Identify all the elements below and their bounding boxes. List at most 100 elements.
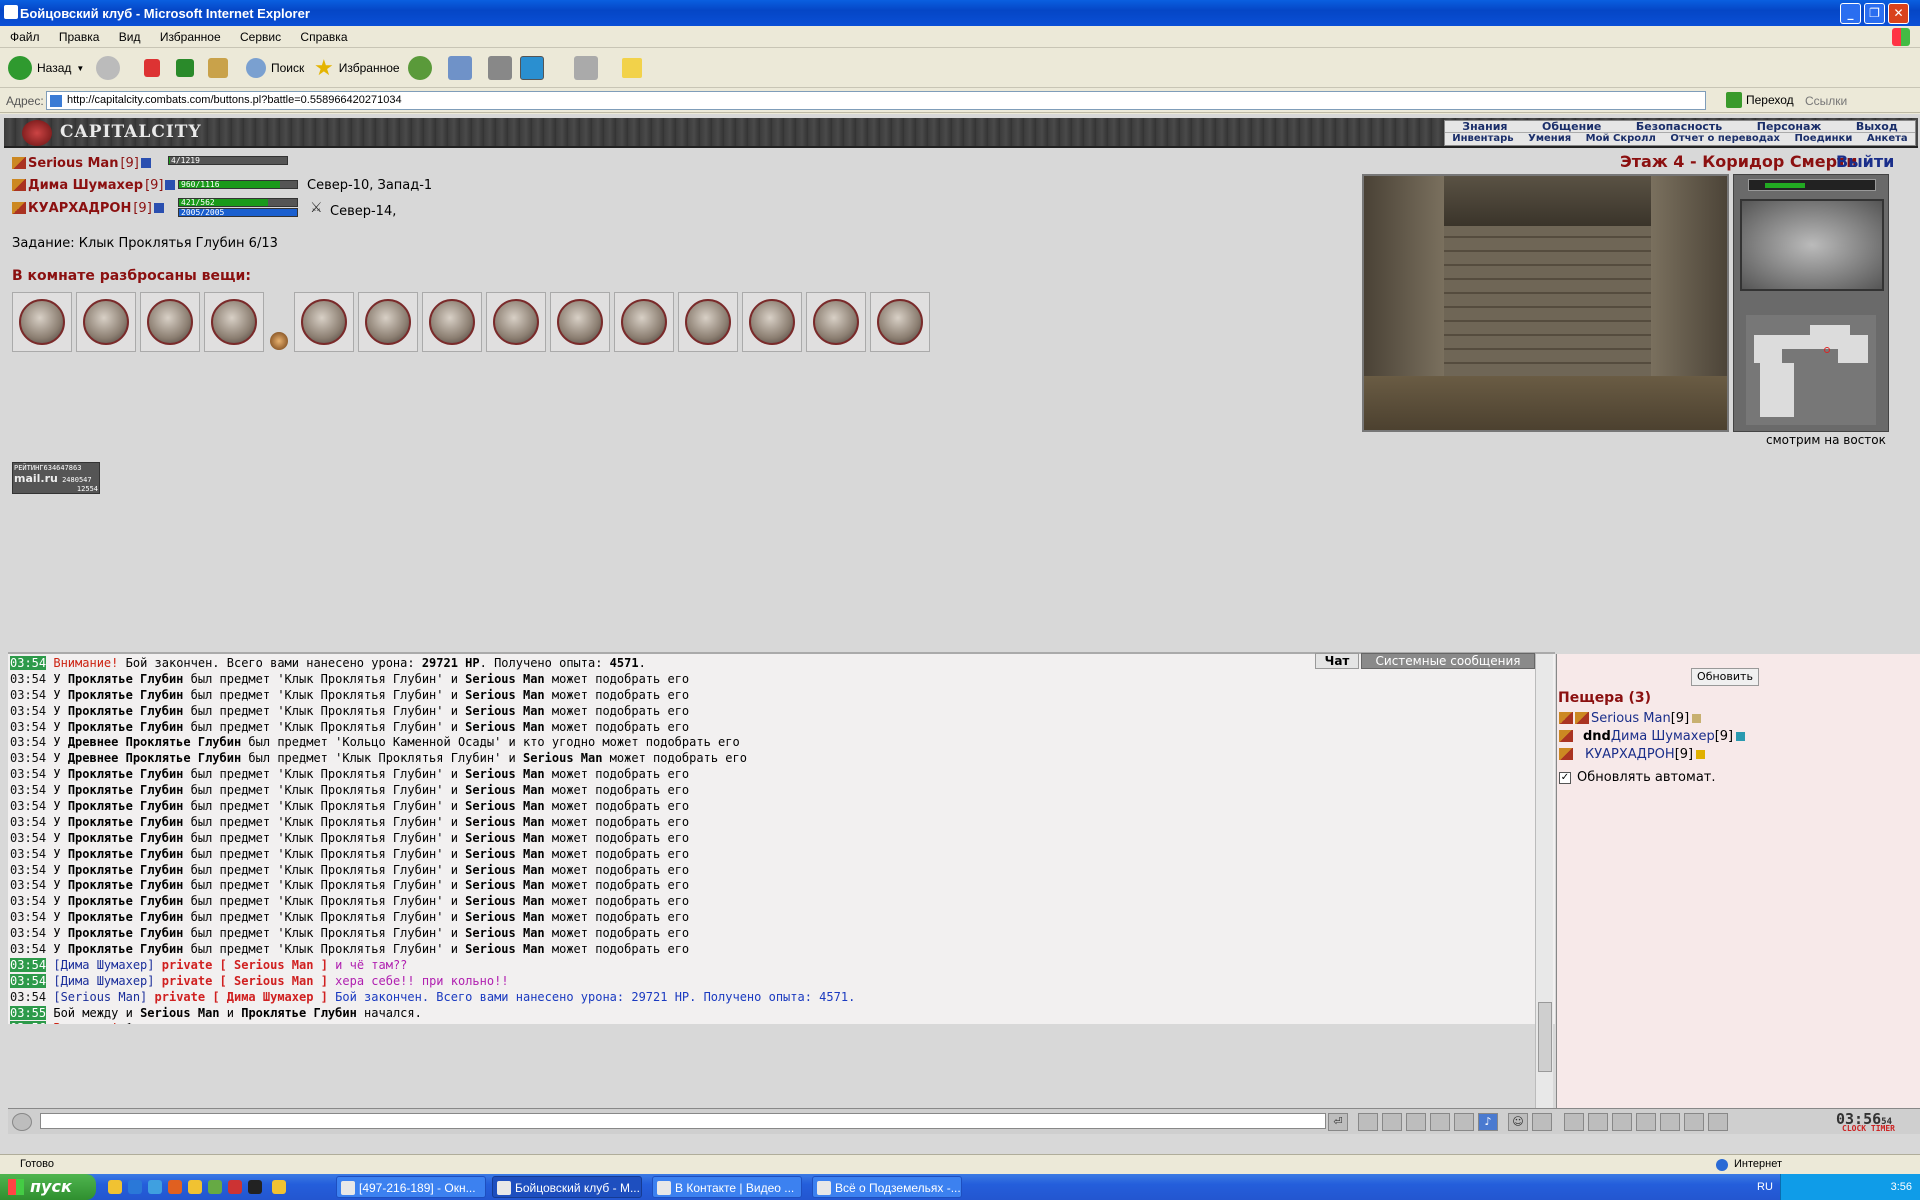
chat-timestamp[interactable]: 03:54 (10, 751, 46, 765)
mail-button[interactable] (448, 54, 472, 82)
nav-my-scroll[interactable]: Мой Скролл (1586, 133, 1656, 145)
chat-timestamp[interactable]: 03:54 (10, 957, 47, 972)
chat-timestamp[interactable]: 03:54 (10, 672, 46, 686)
item-fang[interactable] (806, 292, 866, 352)
home-button[interactable] (208, 54, 228, 82)
menu-tools[interactable]: Сервис (240, 30, 281, 44)
smile-icon[interactable]: ☺ (1508, 1113, 1528, 1131)
forward-button[interactable] (96, 54, 120, 82)
item-fang[interactable] (12, 292, 72, 352)
print-button[interactable] (488, 54, 512, 82)
minimize-button[interactable]: _ (1840, 3, 1861, 24)
address-input[interactable]: http://capitalcity.combats.com/buttons.p… (46, 91, 1706, 110)
quicklaunch-icon[interactable] (228, 1180, 242, 1194)
player-name[interactable]: КУАРХАДРОН (1585, 747, 1675, 762)
chat-timestamp[interactable]: 03:54 (10, 926, 46, 940)
chat-timestamp[interactable]: 03:54 (10, 973, 47, 988)
item-fang[interactable] (140, 292, 200, 352)
chat-timestamp[interactable]: 03:54 (10, 783, 46, 797)
stop-button[interactable] (144, 54, 160, 82)
chat-input[interactable] (40, 1113, 1326, 1129)
action-icon-1[interactable] (1564, 1113, 1584, 1131)
taskbar-item[interactable]: Всё о Подземельях -... (812, 1176, 962, 1198)
nav-profile[interactable]: Анкета (1867, 133, 1908, 145)
chat-text[interactable]: [Дима Шумахер] (53, 974, 154, 988)
chat-timestamp[interactable]: 03:54 (10, 894, 46, 908)
walk-icon[interactable] (1430, 1113, 1450, 1131)
nav-security[interactable]: Безопасность (1636, 121, 1722, 133)
chat-text[interactable]: private [ Дима Шумахер ] (155, 990, 328, 1004)
chat-timestamp[interactable]: 03:54 (10, 847, 46, 861)
favorites-button[interactable]: ★ Избранное (314, 54, 400, 82)
lock-icon[interactable] (1660, 1113, 1680, 1131)
quicklaunch-icon[interactable] (108, 1180, 122, 1194)
info-icon[interactable] (1692, 713, 1702, 723)
chat-timestamp[interactable]: 03:54 (10, 863, 46, 877)
info-icon[interactable] (1736, 731, 1746, 741)
chat-timestamp[interactable]: 03:54 (10, 688, 46, 702)
menu-file[interactable]: Файл (10, 30, 40, 44)
taskbar-item[interactable]: Бойцовский клуб - M... (492, 1176, 642, 1198)
quicklaunch-icon[interactable] (168, 1180, 182, 1194)
links-button[interactable]: Ссылки (1805, 94, 1847, 108)
chat-timestamp[interactable]: 03:54 (10, 910, 46, 924)
chat-timestamp[interactable]: 03:55 (10, 1005, 47, 1020)
translit-icon[interactable] (1454, 1113, 1474, 1131)
item-fang[interactable] (742, 292, 802, 352)
ie-quicklaunch-icon[interactable] (128, 1180, 142, 1194)
item-fang[interactable] (294, 292, 354, 352)
menu-help[interactable]: Справка (300, 30, 347, 44)
quicklaunch-icon[interactable] (248, 1180, 262, 1194)
chat-settings-icon[interactable] (12, 1113, 32, 1131)
filter-icon[interactable] (1382, 1113, 1402, 1131)
item-ring[interactable] (270, 332, 288, 350)
tab-system-messages[interactable]: Системные сообщения (1361, 653, 1535, 669)
nav-inventory[interactable]: Инвентарь (1452, 133, 1513, 145)
nav-battles[interactable]: Поединки (1795, 133, 1853, 145)
chat-timestamp[interactable]: 03:54 (10, 831, 46, 845)
player-name[interactable]: КУАРХАДРОН (28, 201, 131, 216)
maximize-button[interactable]: ❐ (1864, 3, 1885, 24)
item-fang[interactable] (678, 292, 738, 352)
item-fang[interactable] (204, 292, 264, 352)
player-name[interactable]: Дима Шумахер (28, 178, 143, 193)
chat-timestamp[interactable]: 03:54 (10, 942, 46, 956)
info-icon[interactable] (1696, 749, 1706, 759)
chat-timestamp[interactable]: 03:54 (10, 799, 46, 813)
auto-refresh-option[interactable]: ✓ Обновлять автомат. (1559, 770, 1716, 785)
emotion-icon[interactable] (1532, 1113, 1552, 1131)
save-icon[interactable] (1406, 1113, 1426, 1131)
search-button[interactable]: Поиск (246, 54, 304, 82)
action-icon-3[interactable] (1612, 1113, 1632, 1131)
player-name[interactable]: Serious Man (28, 156, 118, 171)
action-icon-4[interactable] (1636, 1113, 1656, 1131)
go-button[interactable]: Переход (1726, 92, 1794, 108)
chat-text[interactable]: private [ Serious Man ] (162, 958, 328, 972)
auto-refresh-checkbox[interactable]: ✓ (1559, 771, 1571, 784)
history-button[interactable] (408, 54, 432, 82)
chat-scrollbar[interactable] (1535, 654, 1553, 1108)
item-fang[interactable] (550, 292, 610, 352)
chat-text[interactable]: [Дима Шумахер] (53, 958, 154, 972)
item-fang[interactable] (422, 292, 482, 352)
info-icon[interactable] (140, 158, 151, 168)
skype-button[interactable] (520, 54, 544, 82)
tab-chat[interactable]: Чат (1315, 653, 1359, 669)
exit-icon[interactable] (1708, 1113, 1728, 1131)
chat-text[interactable]: private [ Serious Man ] (162, 974, 328, 988)
dungeon-view[interactable] (1362, 174, 1729, 432)
nav-transfers[interactable]: Отчет о переводах (1670, 133, 1780, 145)
nav-knowledge[interactable]: Знания (1462, 121, 1507, 133)
start-button[interactable]: пуск (0, 1174, 96, 1200)
send-icon[interactable]: ⏎ (1328, 1113, 1348, 1131)
edit-button[interactable] (574, 54, 598, 82)
notes-button[interactable] (622, 54, 642, 82)
nav-skills[interactable]: Умения (1528, 133, 1571, 145)
nav-logout[interactable]: Выход (1856, 121, 1898, 133)
refresh-button[interactable]: Обновить (1691, 668, 1759, 686)
quicklaunch-icon[interactable] (148, 1180, 162, 1194)
chat-timestamp[interactable]: 03:54 (10, 656, 47, 670)
site-logo[interactable]: CAPITALCITY (20, 120, 201, 146)
chat-timestamp[interactable]: 03:54 (10, 720, 46, 734)
music-icon[interactable]: ♪ (1478, 1113, 1498, 1131)
